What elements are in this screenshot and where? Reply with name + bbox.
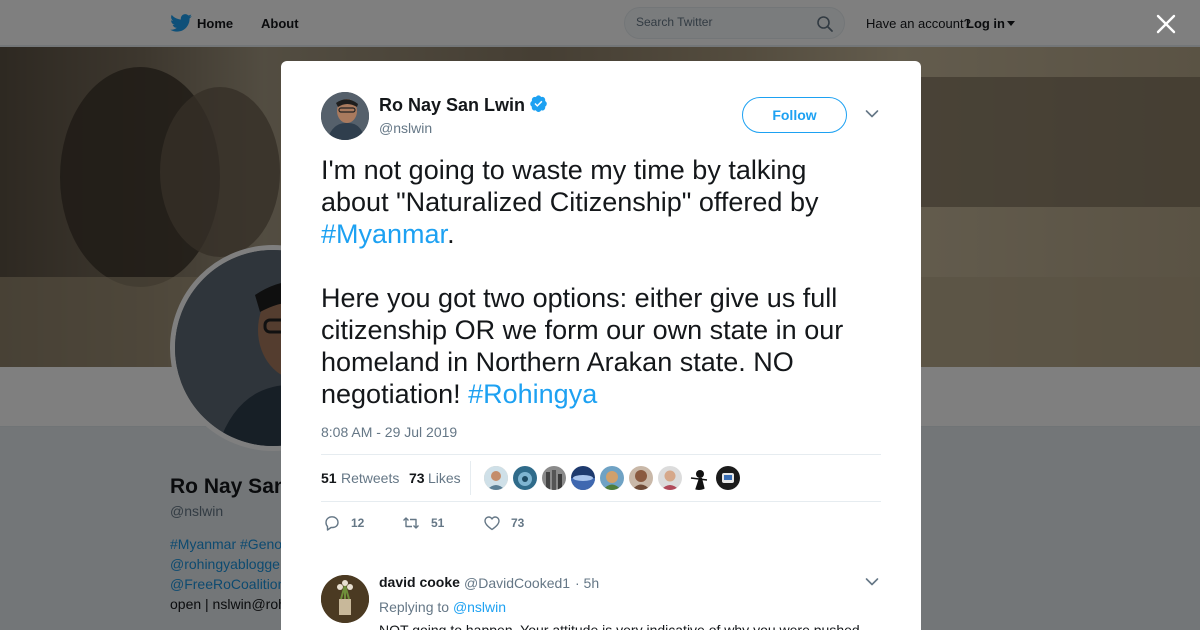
liker-avatar[interactable]: [658, 466, 682, 490]
follow-button[interactable]: Follow: [742, 97, 847, 133]
tweet-text: I'm not going to waste my time by talkin…: [321, 154, 881, 410]
liker-avatar[interactable]: [716, 466, 740, 490]
liker-avatar-image: [629, 466, 653, 490]
liker-avatar[interactable]: [600, 466, 624, 490]
reply-author-handle[interactable]: @DavidCooked1: [464, 575, 570, 591]
hashtag-link[interactable]: #Rohingya: [468, 379, 597, 409]
reply-author-name[interactable]: david cooke: [379, 574, 460, 590]
liker-avatar-image: [542, 466, 566, 490]
tweet-text-part: .: [447, 219, 455, 249]
tweet-paragraph-gap: [321, 250, 881, 282]
divider: [321, 454, 881, 455]
likes-label[interactable]: Likes: [428, 470, 461, 486]
retweet-count[interactable]: 51: [431, 516, 444, 530]
liker-avatar[interactable]: [484, 466, 508, 490]
author-avatar[interactable]: [321, 92, 369, 140]
chevron-down-icon[interactable]: [865, 109, 879, 119]
hashtag-link[interactable]: #Myanmar: [321, 219, 447, 249]
like-count[interactable]: 73: [511, 516, 524, 530]
heart-icon[interactable]: [483, 514, 501, 532]
divider: [321, 501, 881, 502]
liker-avatar-image: [484, 466, 508, 490]
reply-count[interactable]: 12: [351, 516, 364, 530]
close-icon[interactable]: [1155, 13, 1177, 35]
liker-avatar-image: [658, 466, 682, 490]
liker-avatar[interactable]: [629, 466, 653, 490]
verified-badge-icon: [530, 95, 547, 113]
liker-avatar[interactable]: [542, 466, 566, 490]
tweet-paragraph-1: I'm not going to waste my time by talkin…: [321, 154, 881, 250]
replying-to-prefix: Replying to: [379, 599, 453, 615]
replying-to-line: Replying to @nslwin: [379, 599, 506, 615]
liker-avatar[interactable]: [687, 466, 711, 490]
tweet-text-part: I'm not going to waste my time by talkin…: [321, 155, 819, 217]
liker-avatar-image: [513, 466, 537, 490]
reply-timestamp[interactable]: · 5h: [575, 575, 599, 591]
liker-avatar-image: [600, 466, 624, 490]
replying-to-mention[interactable]: @nslwin: [453, 599, 506, 615]
reply-text: NOT going to happen. Your attitude is ve…: [379, 622, 860, 630]
liker-avatar[interactable]: [571, 466, 595, 490]
tweet-modal: Ro Nay San Lwin @nslwin Follow I'm not g…: [281, 61, 921, 630]
retweets-count[interactable]: 51: [321, 470, 337, 486]
stats-divider: [470, 461, 471, 495]
tweet-paragraph-2: Here you got two options: either give us…: [321, 282, 881, 410]
tweet-timestamp[interactable]: 8:08 AM - 29 Jul 2019: [321, 424, 457, 440]
liker-avatar-image: [571, 466, 595, 490]
author-avatar-image: [321, 92, 369, 140]
reply-icon[interactable]: [323, 514, 341, 532]
author-handle[interactable]: @nslwin: [379, 120, 432, 136]
liker-avatar[interactable]: [513, 466, 537, 490]
liker-avatar-image: [687, 466, 711, 490]
reply-avatar-image: [321, 575, 369, 623]
likes-count[interactable]: 73: [409, 470, 425, 486]
liker-avatar-image: [716, 466, 740, 490]
author-name[interactable]: Ro Nay San Lwin: [379, 95, 525, 116]
chevron-down-icon[interactable]: [865, 577, 879, 587]
retweets-label[interactable]: Retweets: [341, 470, 399, 486]
retweet-icon[interactable]: [402, 514, 420, 532]
reply-author-avatar[interactable]: [321, 575, 369, 623]
